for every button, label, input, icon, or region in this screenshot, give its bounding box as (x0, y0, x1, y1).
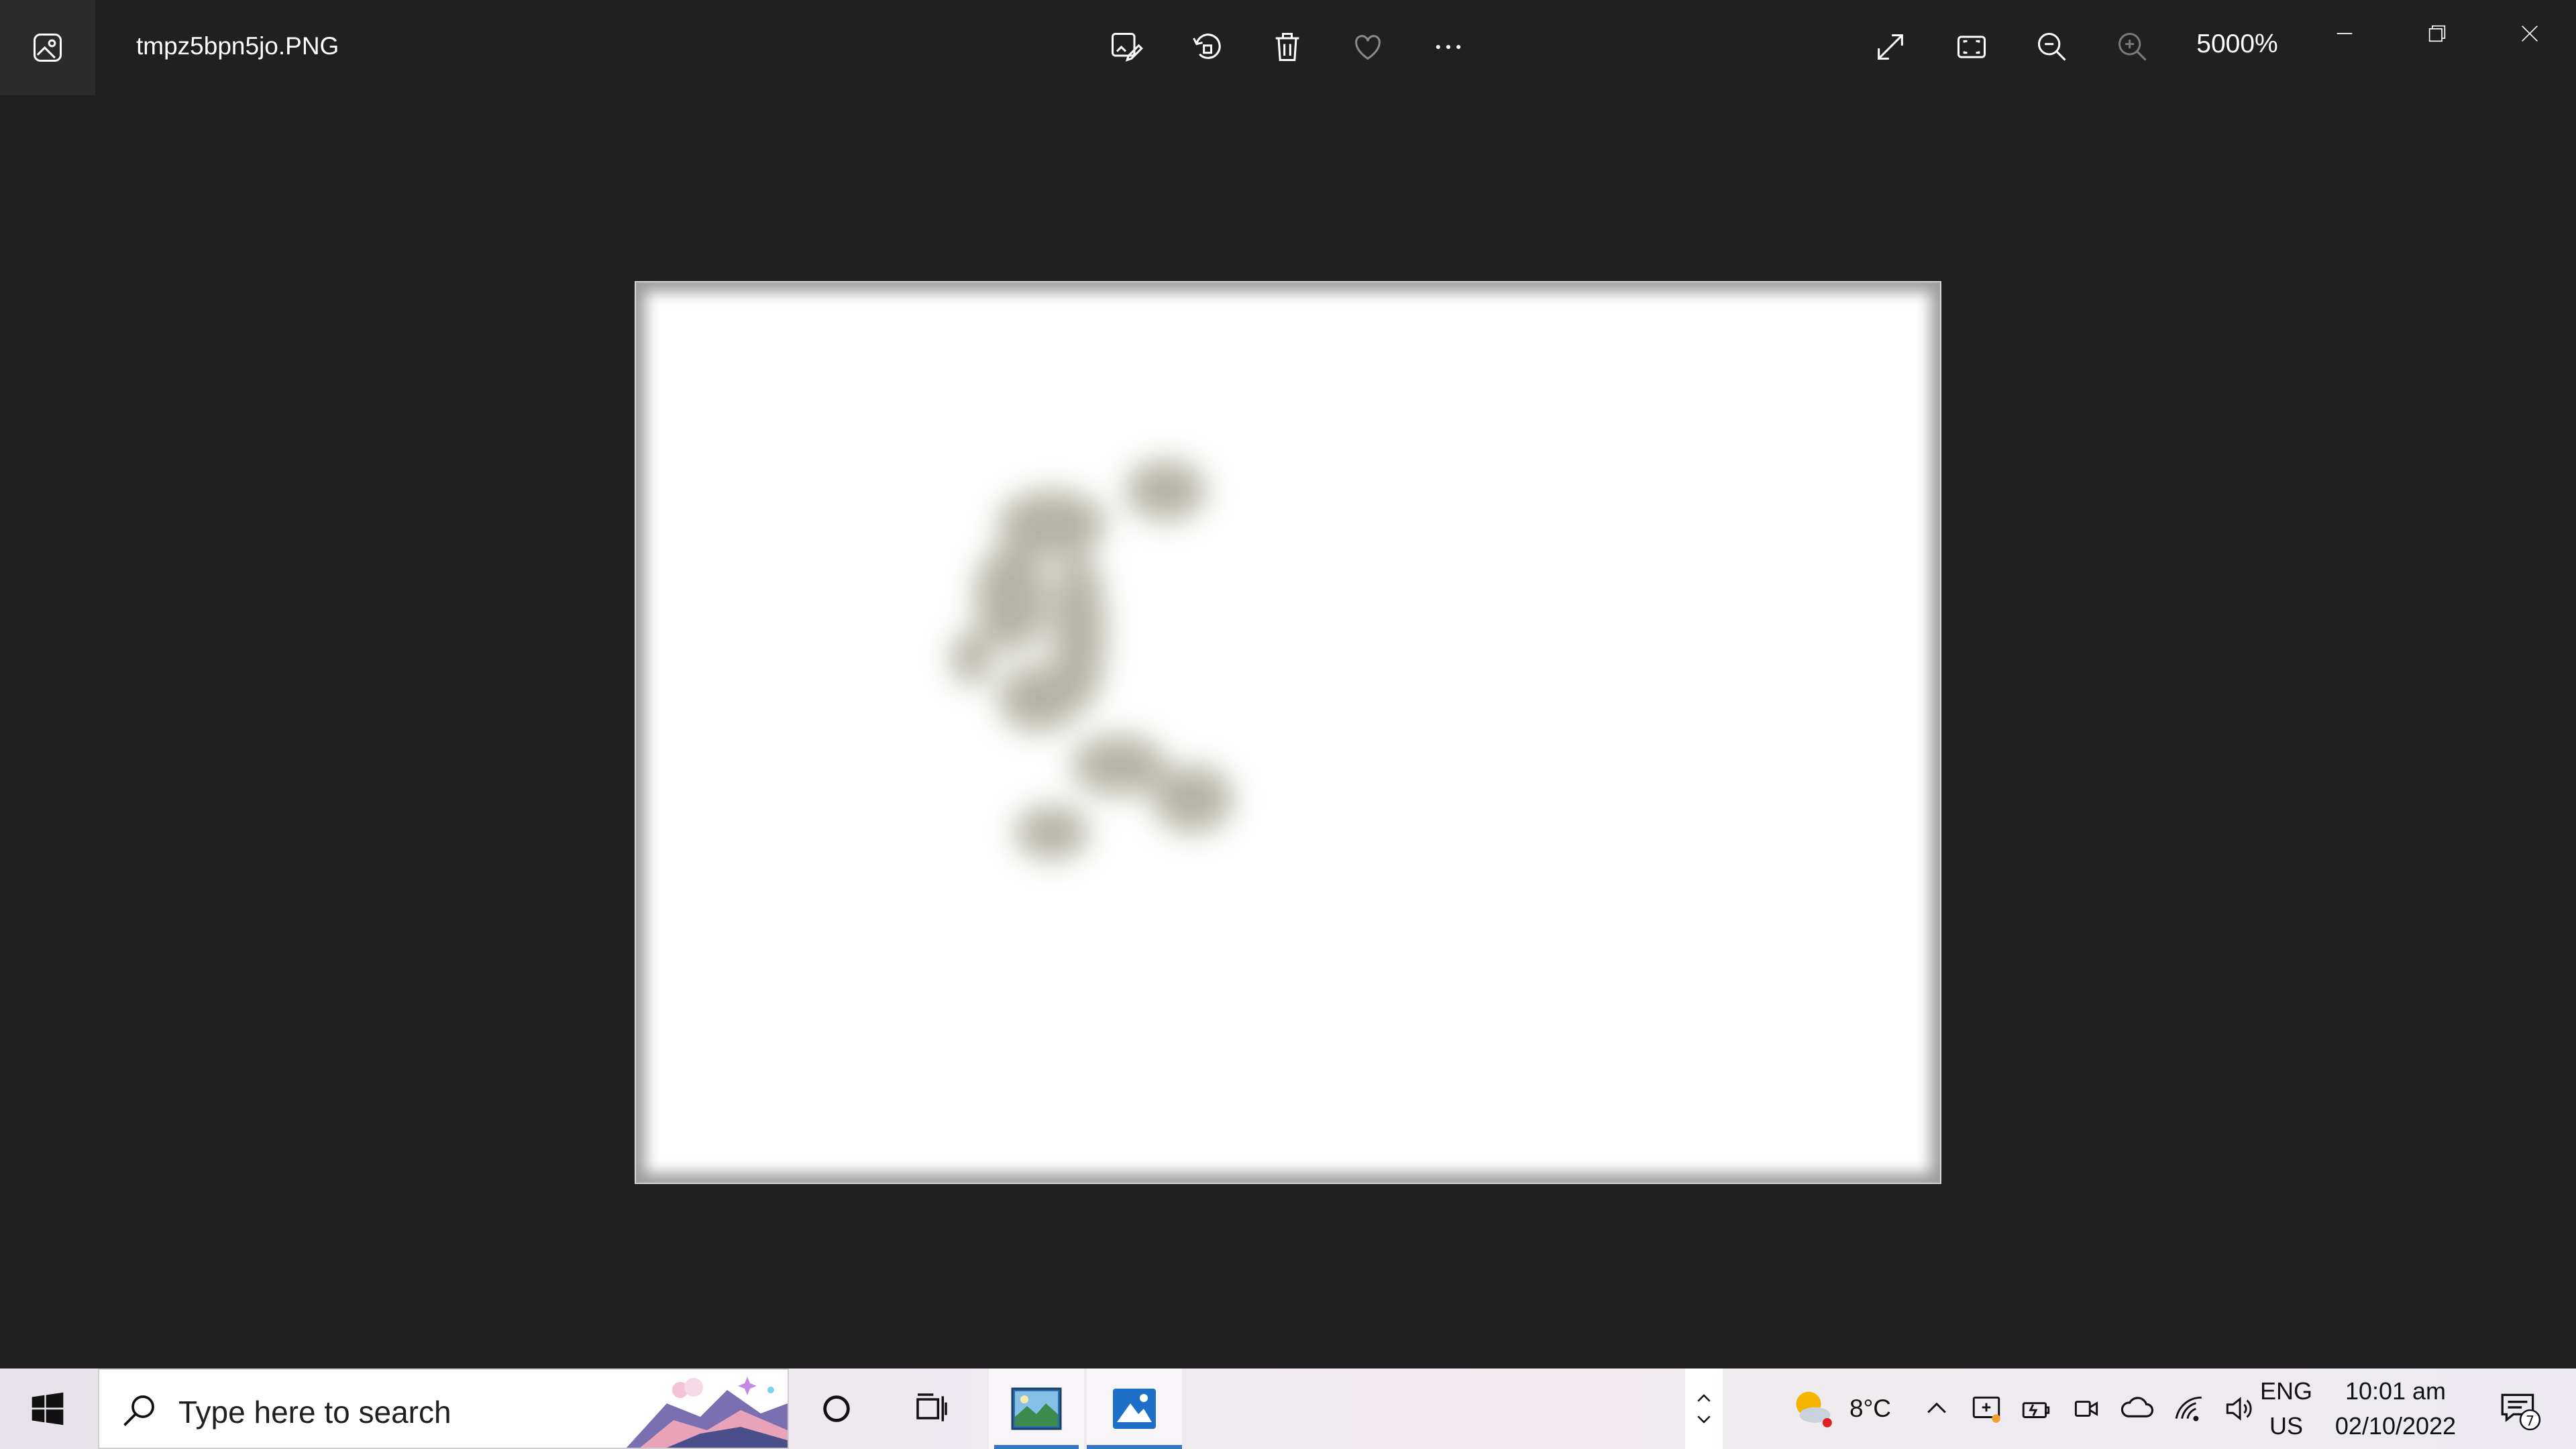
photos-app-icon[interactable] (0, 0, 95, 95)
displayed-image[interactable] (635, 281, 1941, 1184)
taskbar-app-photos-viewer[interactable] (989, 1368, 1084, 1449)
start-button[interactable] (0, 1368, 95, 1449)
camera-icon (2074, 1401, 2098, 1417)
volume-button[interactable] (2214, 1368, 2263, 1449)
taskbar: Type here to search 8°C ENG US 10:01 am … (0, 1368, 2576, 1449)
active-app-indicator (1087, 1445, 1182, 1449)
zoom-in-button[interactable] (2102, 16, 2163, 78)
chevron-up-icon[interactable] (1694, 1389, 1714, 1409)
fullscreen-icon (1878, 34, 1903, 60)
meet-now-button[interactable] (2061, 1368, 2110, 1449)
network-button[interactable] (2164, 1368, 2214, 1449)
cortana-button[interactable] (789, 1368, 884, 1449)
wifi-icon (2175, 1396, 2202, 1421)
close-icon (2522, 25, 2538, 42)
minimize-icon (2337, 33, 2353, 34)
clock[interactable]: 10:01 am 02/10/2022 (2321, 1368, 2470, 1449)
zoom-level[interactable]: 5000% (2187, 30, 2288, 59)
rotate-icon (1193, 34, 1221, 59)
minimize-button[interactable] (2298, 0, 2391, 67)
speaker-icon (2226, 1397, 2252, 1421)
security-app-icon (1972, 1396, 2000, 1423)
clock-date: 02/10/2022 (2334, 1412, 2457, 1440)
rotate-button[interactable] (1176, 16, 1238, 78)
clock-time: 10:01 am (2345, 1377, 2447, 1405)
zoom-out-button[interactable] (2021, 16, 2083, 78)
search-highlight-art (627, 1377, 788, 1448)
image-viewer[interactable] (0, 95, 2576, 1368)
language-indicator[interactable]: ENG US (2260, 1368, 2312, 1449)
task-view-icon (916, 1393, 947, 1421)
favorite-icon (1355, 35, 1381, 60)
fit-to-window-icon (1957, 36, 1986, 58)
fit-to-window-button[interactable] (1941, 16, 2002, 78)
weather-temperature[interactable]: 8°C (1838, 1368, 1902, 1449)
zoom-out-icon (2037, 32, 2066, 61)
show-hidden-icons-button[interactable] (1912, 1368, 1962, 1449)
edit-image-button[interactable] (1095, 16, 1157, 78)
windows-logo-icon (32, 1392, 64, 1426)
cloud-icon (2121, 1397, 2154, 1417)
chevron-up-icon (1927, 1402, 1946, 1413)
notification-count: 7 (2526, 1413, 2534, 1429)
chevron-down-icon[interactable] (1694, 1409, 1714, 1429)
language-code: ENG (2260, 1377, 2313, 1405)
active-app-indicator (994, 1445, 1079, 1449)
taskbar-search-box[interactable]: Type here to search (98, 1368, 789, 1449)
title-bar: tmpz5bpn5jo.PNG 5000% (0, 0, 2576, 95)
photos-app-taskbar-icon (1113, 1389, 1156, 1429)
file-name: tmpz5bpn5jo.PNG (136, 32, 339, 60)
task-view-button[interactable] (884, 1368, 979, 1449)
delete-icon (1275, 32, 1299, 62)
edit-image-icon (1111, 32, 1143, 62)
restore-button[interactable] (2391, 0, 2483, 67)
keyboard-layout: US (2269, 1412, 2303, 1440)
tray-app-button[interactable] (1962, 1368, 2011, 1449)
onedrive-button[interactable] (2110, 1368, 2164, 1449)
close-button[interactable] (2483, 0, 2576, 67)
zoom-in-icon (2118, 32, 2147, 61)
battery-charging-icon (2022, 1402, 2050, 1418)
fullscreen-button[interactable] (1860, 16, 1921, 78)
notification-icon: 7 (2501, 1393, 2541, 1431)
blurred-photo-content (951, 460, 1233, 859)
taskbar-app-photos[interactable] (1087, 1368, 1182, 1449)
search-icon (123, 1395, 154, 1426)
notification-center-button[interactable]: 7 (2482, 1368, 2556, 1449)
restore-icon (2428, 25, 2446, 42)
delete-button[interactable] (1256, 16, 1318, 78)
taskbar-scroll-buttons[interactable] (1685, 1368, 1723, 1449)
photo-thumbnail-icon (1011, 1387, 1062, 1430)
battery-button[interactable] (2011, 1368, 2061, 1449)
search-placeholder: Type here to search (178, 1395, 451, 1430)
more-icon (1436, 44, 1461, 50)
partly-sunny-icon (1796, 1391, 1832, 1428)
cortana-icon (823, 1395, 850, 1422)
more-button[interactable] (1417, 16, 1479, 78)
favorite-button[interactable] (1337, 16, 1399, 78)
